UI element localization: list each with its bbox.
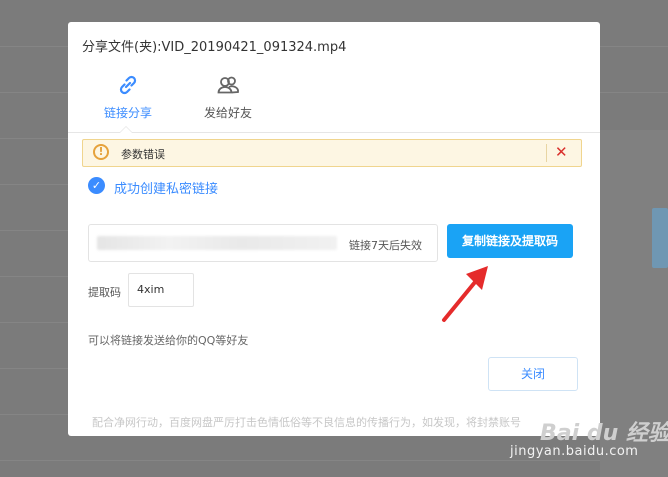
share-link-url[interactable] xyxy=(97,236,337,250)
share-dialog: 分享文件(夹):VID_20190421_091324.mp4 链接分享 发给好… xyxy=(68,22,600,436)
copy-link-and-code-button[interactable]: 复制链接及提取码 xyxy=(447,224,573,258)
background-logo-fragment xyxy=(652,208,668,268)
tab-label: 发给好友 xyxy=(203,106,252,120)
share-hint-text: 可以将链接发送给你的QQ等好友 xyxy=(88,334,249,347)
success-text: 成功创建私密链接 xyxy=(114,182,219,197)
dialog-title: 分享文件(夹):VID_20190421_091324.mp4 xyxy=(82,40,347,55)
active-tab-pointer xyxy=(119,126,133,133)
link-expire-text: 链接7天后失效 xyxy=(349,239,422,252)
tab-label: 链接分享 xyxy=(103,106,152,120)
alert-message: 参数错误 xyxy=(121,148,165,161)
watermark-brand: Bai du 经验 xyxy=(540,421,668,446)
error-alert: ! 参数错误 ✕ xyxy=(82,139,582,167)
tab-send-to-friends[interactable]: 发给好友 xyxy=(188,62,268,132)
check-circle-icon: ✓ xyxy=(88,177,105,194)
close-button[interactable]: 关闭 xyxy=(488,357,578,391)
close-icon[interactable]: ✕ xyxy=(555,142,568,162)
extract-code-label: 提取码 xyxy=(88,286,121,299)
friends-icon xyxy=(217,76,239,94)
warning-icon: ! xyxy=(93,144,109,160)
alert-divider xyxy=(546,144,547,162)
footer-notice: 配合净网行动，百度网盘严厉打击色情低俗等不良信息的传播行为，如发现，将封禁账号 xyxy=(92,416,521,429)
share-link-field[interactable]: 链接7天后失效 xyxy=(88,224,438,262)
red-arrow-annotation xyxy=(442,266,488,322)
share-tabs: 链接分享 发给好友 xyxy=(68,62,600,133)
extract-code-field[interactable]: 4xim xyxy=(128,273,194,307)
link-icon xyxy=(119,75,137,95)
tab-link-share[interactable]: 链接分享 xyxy=(88,62,168,132)
watermark-url: jingyan.baidu.com xyxy=(510,444,639,459)
